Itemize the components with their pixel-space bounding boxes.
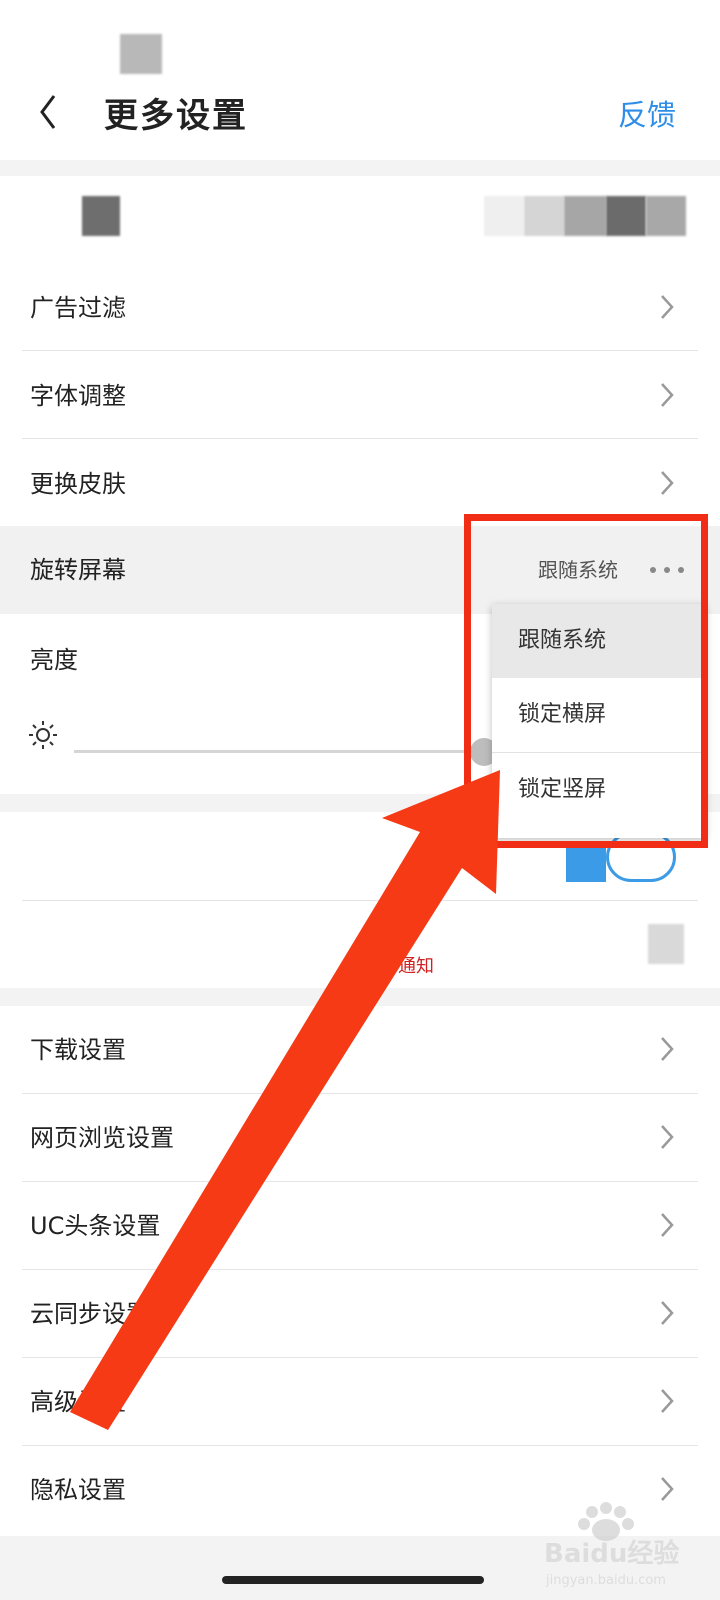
- setting-label: 旋转屏幕: [30, 556, 126, 584]
- setting-font[interactable]: 字体调整: [0, 352, 720, 440]
- rotate-dropdown-menu: 跟随系统 锁定横屏 锁定竖屏: [492, 604, 706, 838]
- setting-label: UC头条设置: [30, 1212, 161, 1240]
- setting-label: 更换皮肤: [30, 470, 126, 498]
- blur-cell: [564, 196, 606, 236]
- setting-advanced[interactable]: 高级设置: [0, 1358, 720, 1446]
- chevron-right-icon: [661, 295, 674, 319]
- setting-label: 字体调整: [30, 382, 126, 410]
- setting-label: 高级设置: [30, 1388, 126, 1416]
- setting-label: 云同步设置: [30, 1300, 150, 1328]
- setting-cloud-sync[interactable]: 云同步设置: [0, 1270, 720, 1358]
- page-title: 更多设置: [104, 96, 248, 136]
- notification-card: [0, 812, 720, 988]
- blur-cell: [524, 196, 564, 236]
- divider: [22, 900, 698, 901]
- dropdown-option-lock-portrait[interactable]: 锁定竖屏: [492, 753, 706, 827]
- chevron-right-icon: [661, 1125, 674, 1149]
- chevron-right-icon: [661, 1477, 674, 1501]
- rotate-value: 跟随系统: [538, 558, 618, 582]
- blur-cell: [484, 196, 524, 236]
- setting-label: 隐私设置: [30, 1476, 126, 1504]
- chevron-right-icon: [661, 1301, 674, 1325]
- setting-label: 网页浏览设置: [30, 1124, 174, 1152]
- blur-cell: [646, 196, 686, 236]
- setting-label: 下载设置: [30, 1036, 126, 1064]
- toggle-knob[interactable]: [606, 832, 676, 882]
- setting-ad-filter[interactable]: 广告过滤: [0, 264, 720, 352]
- dropdown-option-lock-landscape[interactable]: 锁定横屏: [492, 678, 706, 752]
- setting-download[interactable]: 下载设置: [0, 1006, 720, 1094]
- blur-cell: [606, 196, 646, 236]
- chevron-right-icon: [661, 383, 674, 407]
- top-bar: 更多设置 反馈: [0, 0, 720, 160]
- more-dots-icon[interactable]: [649, 566, 689, 574]
- blur-cell: [648, 924, 684, 964]
- brightness-slider-track[interactable]: [74, 750, 494, 753]
- notification-hint: 许通知: [380, 956, 434, 977]
- setting-web-browse[interactable]: 网页浏览设置: [0, 1094, 720, 1182]
- divider: [22, 438, 698, 439]
- setting-label: 亮度: [30, 646, 78, 674]
- avatar: [82, 196, 120, 236]
- feedback-button[interactable]: 反馈: [618, 92, 676, 134]
- setting-uc-news[interactable]: UC头条设置: [0, 1182, 720, 1270]
- toggle-switch[interactable]: [566, 846, 606, 882]
- setting-label: 广告过滤: [30, 294, 126, 322]
- watermark-brand: Baidu经验: [544, 1538, 679, 1569]
- chevron-right-icon: [661, 471, 674, 495]
- chevron-right-icon: [661, 1389, 674, 1413]
- chevron-left-icon[interactable]: [32, 86, 72, 146]
- home-indicator[interactable]: [222, 1576, 484, 1584]
- account-card[interactable]: [0, 176, 720, 264]
- status-blur: [120, 34, 162, 74]
- chevron-right-icon: [661, 1213, 674, 1237]
- baidu-watermark-icon: Baidu经验 jingyan.baidu.com: [544, 1502, 679, 1588]
- setting-rotate-screen[interactable]: 旋转屏幕 跟随系统: [0, 526, 720, 614]
- dropdown-option-follow-system[interactable]: 跟随系统: [492, 604, 706, 678]
- sun-icon: [29, 721, 57, 749]
- settings-card-2: 下载设置 网页浏览设置 UC头条设置 云同步设置 高级设置 隐私设置: [0, 1006, 720, 1536]
- chevron-right-icon: [661, 1037, 674, 1061]
- setting-skin[interactable]: 更换皮肤: [0, 440, 720, 528]
- divider: [22, 350, 698, 351]
- watermark-url: jingyan.baidu.com: [545, 1573, 666, 1588]
